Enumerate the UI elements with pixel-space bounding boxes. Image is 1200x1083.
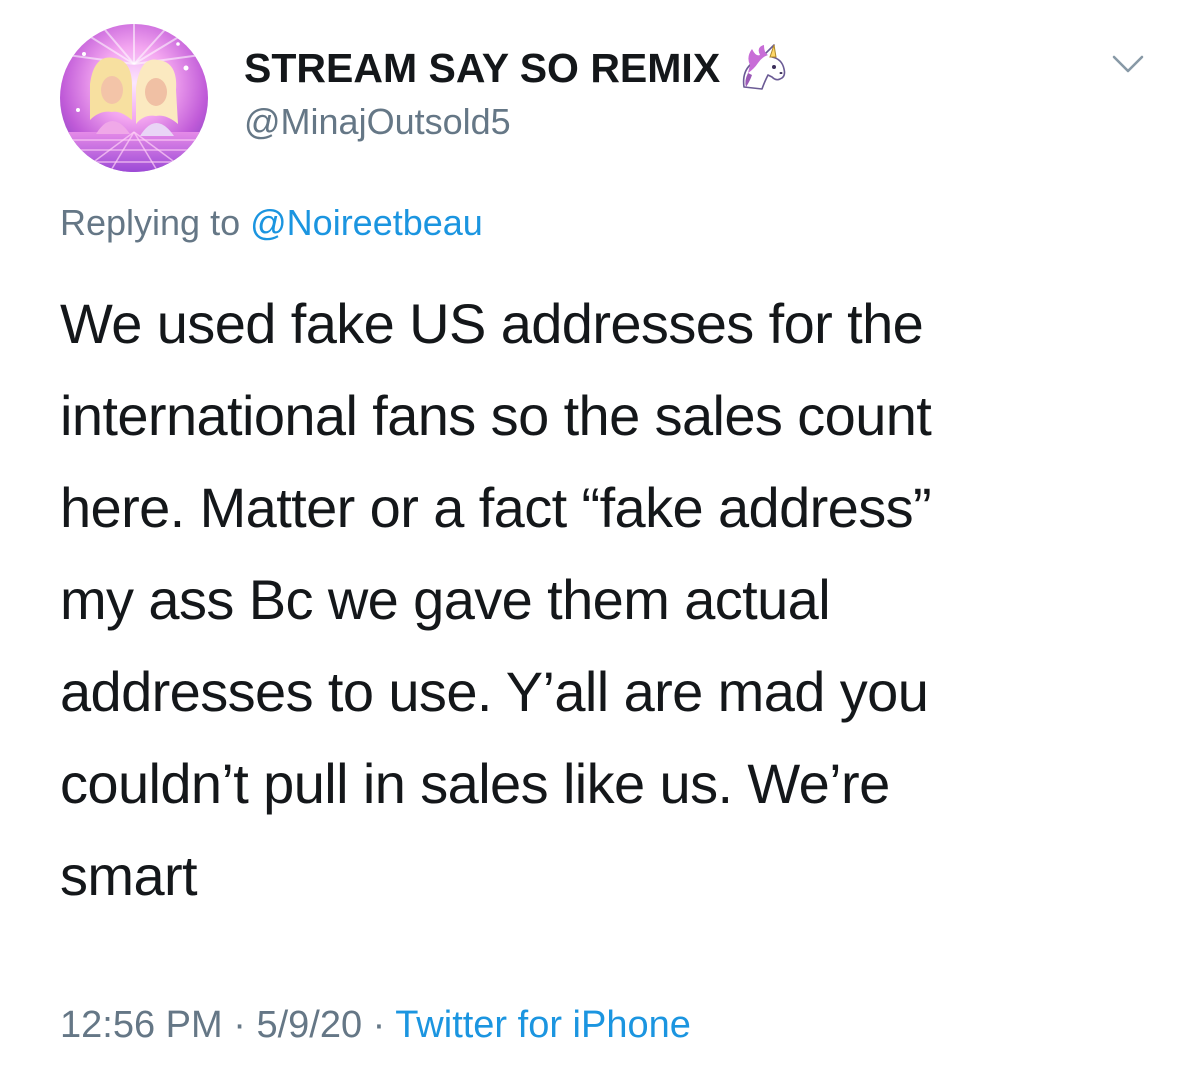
meta-separator: · — [372, 1004, 386, 1046]
tweet-text-line: We used fake US addresses for the — [60, 292, 924, 355]
tweet-time[interactable]: 12:56 PM — [60, 1004, 223, 1046]
tweet-text-line: here. Matter or a fact “fake address” — [60, 476, 932, 539]
chevron-down-icon[interactable] — [1111, 52, 1145, 76]
meta-separator: · — [233, 1004, 246, 1046]
unicorn-icon — [734, 43, 790, 93]
tweet-metadata: 12:56 PM · 5/9/20 · Twitter for iPhone — [60, 1004, 691, 1047]
tweet-source-link[interactable]: Twitter for iPhone — [395, 1004, 691, 1046]
tweet-text: We used fake US addresses for the intern… — [60, 278, 1120, 922]
avatar[interactable] — [60, 24, 208, 172]
author-name-row: STREAM SAY SO REMIX — [244, 40, 790, 96]
tweet: STREAM SAY SO REMIX @MinajOutsold5 Reply… — [0, 0, 1200, 1083]
replying-to-label: Replying to — [60, 202, 241, 243]
tweet-text-line: smart — [60, 844, 198, 907]
replying-to: Replying to @Noireetbeau — [60, 202, 483, 244]
tweet-date[interactable]: 5/9/20 — [256, 1004, 362, 1046]
reply-mention-link[interactable]: @Noireetbeau — [250, 202, 483, 243]
author-display-name[interactable]: STREAM SAY SO REMIX — [244, 45, 720, 92]
tweet-text-line: international fans so the sales count — [60, 384, 932, 447]
tweet-text-line: addresses to use. Y’all are mad you — [60, 660, 929, 723]
author-handle[interactable]: @MinajOutsold5 — [244, 101, 511, 143]
tweet-text-line: couldn’t pull in sales like us. We’re — [60, 752, 890, 815]
tweet-text-line: my ass Bc we gave them actual — [60, 568, 831, 631]
avatar-image — [60, 24, 208, 172]
